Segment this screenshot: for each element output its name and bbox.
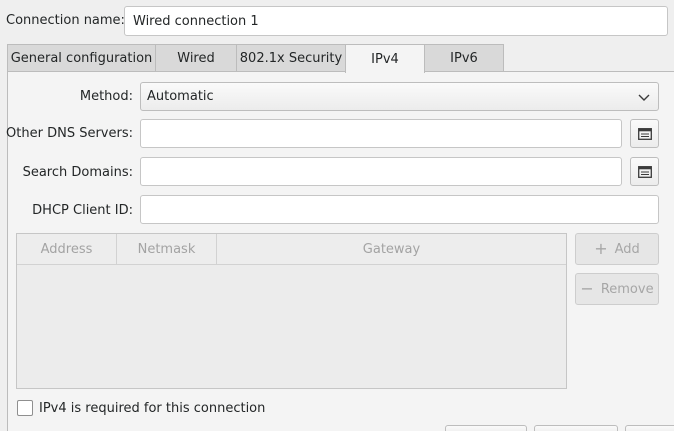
dns-servers-edit-button[interactable] <box>630 119 659 148</box>
addresses-table-header: Address Netmask Gateway <box>17 234 566 265</box>
remove-button-label: Remove <box>600 281 654 297</box>
method-select[interactable]: Automatic <box>140 82 659 111</box>
dialog-button-partial[interactable] <box>445 425 527 431</box>
tab-bar: General configuration Wired 802.1x Secur… <box>7 44 504 73</box>
dhcp-client-id-input[interactable] <box>140 195 659 224</box>
dns-servers-input[interactable] <box>140 119 622 148</box>
dialog-button-partial[interactable] <box>534 425 618 431</box>
list-edit-icon <box>637 127 652 140</box>
search-domains-input[interactable] <box>140 157 622 186</box>
column-header-gateway[interactable]: Gateway <box>217 234 566 264</box>
add-button-label: Add <box>614 241 640 257</box>
column-header-netmask[interactable]: Netmask <box>117 234 217 264</box>
dialog-button-partial[interactable] <box>625 425 674 431</box>
tab-general-configuration[interactable]: General configuration <box>7 44 156 72</box>
connection-name-label: Connection name: <box>6 13 125 28</box>
ipv4-required-checkbox[interactable] <box>17 400 33 416</box>
list-edit-icon <box>637 165 652 178</box>
method-label: Method: <box>79 89 133 104</box>
connection-name-input[interactable]: Wired connection 1 <box>124 6 668 36</box>
minus-icon: − <box>580 279 594 298</box>
connection-editor: Connection name: Wired connection 1 Gene… <box>0 0 674 431</box>
plus-icon: + <box>594 239 608 258</box>
tab-ipv6[interactable]: IPv6 <box>424 44 504 72</box>
tab-wired[interactable]: Wired <box>155 44 237 72</box>
tab-802-1x-security[interactable]: 802.1x Security <box>236 44 346 72</box>
column-header-address[interactable]: Address <box>17 234 117 264</box>
remove-address-button[interactable]: − Remove <box>575 273 659 305</box>
dns-servers-label: Other DNS Servers: <box>6 126 133 141</box>
ipv4-required-row[interactable]: IPv4 is required for this connection <box>17 400 265 416</box>
ipv4-required-label: IPv4 is required for this connection <box>39 400 266 416</box>
search-domains-edit-button[interactable] <box>630 157 659 186</box>
method-value: Automatic <box>147 89 214 104</box>
chevron-down-icon <box>638 94 650 101</box>
addresses-table[interactable]: Address Netmask Gateway <box>16 233 567 389</box>
tab-ipv4[interactable]: IPv4 <box>345 44 425 73</box>
dhcp-client-id-label: DHCP Client ID: <box>32 203 133 218</box>
add-address-button[interactable]: + Add <box>575 233 659 265</box>
search-domains-label: Search Domains: <box>22 165 133 180</box>
